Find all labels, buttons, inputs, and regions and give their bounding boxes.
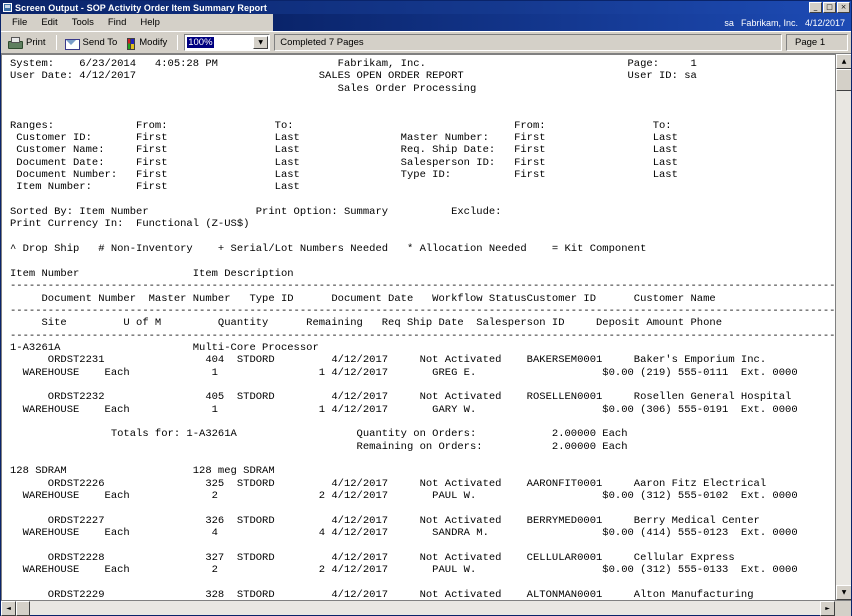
chevron-down-icon[interactable]: ▼ xyxy=(253,36,268,49)
close-button[interactable]: × xyxy=(837,2,850,13)
completion-status: Completed 7 Pages xyxy=(274,34,782,51)
menu-item-edit[interactable]: Edit xyxy=(34,15,64,30)
modify-button-label: Modify xyxy=(139,37,167,48)
zoom-value-text: 100% xyxy=(187,37,213,48)
menu-item-find[interactable]: Find xyxy=(101,15,133,30)
vertical-scroll-thumb[interactable] xyxy=(836,69,851,91)
toolbar-separator-2 xyxy=(177,35,178,50)
modify-button[interactable]: Modify xyxy=(123,34,173,52)
print-button-label: Print xyxy=(26,37,46,48)
toolbar-separator-1 xyxy=(56,35,57,50)
title-bar: Screen Output - SOP Activity Order Item … xyxy=(1,1,851,14)
report-window: Screen Output - SOP Activity Order Item … xyxy=(0,0,852,616)
chart-bars-icon xyxy=(126,36,135,50)
print-button[interactable]: Print xyxy=(4,34,52,52)
report-canvas: System: 6/23/2014 4:05:28 PM Fabrikam, I… xyxy=(1,54,835,600)
menu-item-tools[interactable]: Tools xyxy=(65,15,101,30)
scroll-right-button[interactable]: ► xyxy=(820,601,835,616)
info-date: 4/12/2017 xyxy=(805,18,845,28)
report-window-icon xyxy=(3,3,12,12)
page-indicator: Page 1 xyxy=(786,34,848,51)
minimize-button[interactable]: _ xyxy=(809,2,822,13)
window-controls: _ □ × xyxy=(809,2,850,13)
menu-item-help[interactable]: Help xyxy=(133,15,167,30)
printer-icon xyxy=(7,36,22,50)
menu-item-file[interactable]: File xyxy=(5,15,34,30)
window-title: Screen Output - SOP Activity Order Item … xyxy=(15,3,809,13)
info-company: Fabrikam, Inc. xyxy=(741,18,798,28)
horizontal-scrollbar[interactable]: ◄ ► xyxy=(1,600,851,615)
horizontal-scroll-thumb[interactable] xyxy=(16,601,30,616)
scrollbar-corner xyxy=(835,601,851,616)
vertical-scroll-track[interactable] xyxy=(836,91,851,585)
zoom-value[interactable]: 100% xyxy=(185,35,252,50)
envelope-icon xyxy=(64,36,79,50)
scroll-left-button[interactable]: ◄ xyxy=(1,601,16,616)
send-to-button-label: Send To xyxy=(83,37,118,48)
scroll-up-button[interactable]: ▲ xyxy=(836,54,851,69)
info-bar: sa Fabrikam, Inc. 4/12/2017 xyxy=(717,14,851,31)
maximize-button[interactable]: □ xyxy=(823,2,836,13)
report-text: System: 6/23/2014 4:05:28 PM Fabrikam, I… xyxy=(2,55,835,600)
toolbar: Print Send To Modify 100% ▼ Completed 7 … xyxy=(1,31,851,53)
horizontal-scroll-track[interactable] xyxy=(30,601,820,615)
send-to-button[interactable]: Send To xyxy=(61,34,124,52)
vertical-scrollbar[interactable]: ▲ ▼ xyxy=(835,54,851,600)
report-body: System: 6/23/2014 4:05:28 PM Fabrikam, I… xyxy=(1,53,851,600)
info-user: sa xyxy=(724,18,734,28)
zoom-combobox[interactable]: 100% ▼ xyxy=(184,34,270,51)
scroll-down-button[interactable]: ▼ xyxy=(836,585,851,600)
